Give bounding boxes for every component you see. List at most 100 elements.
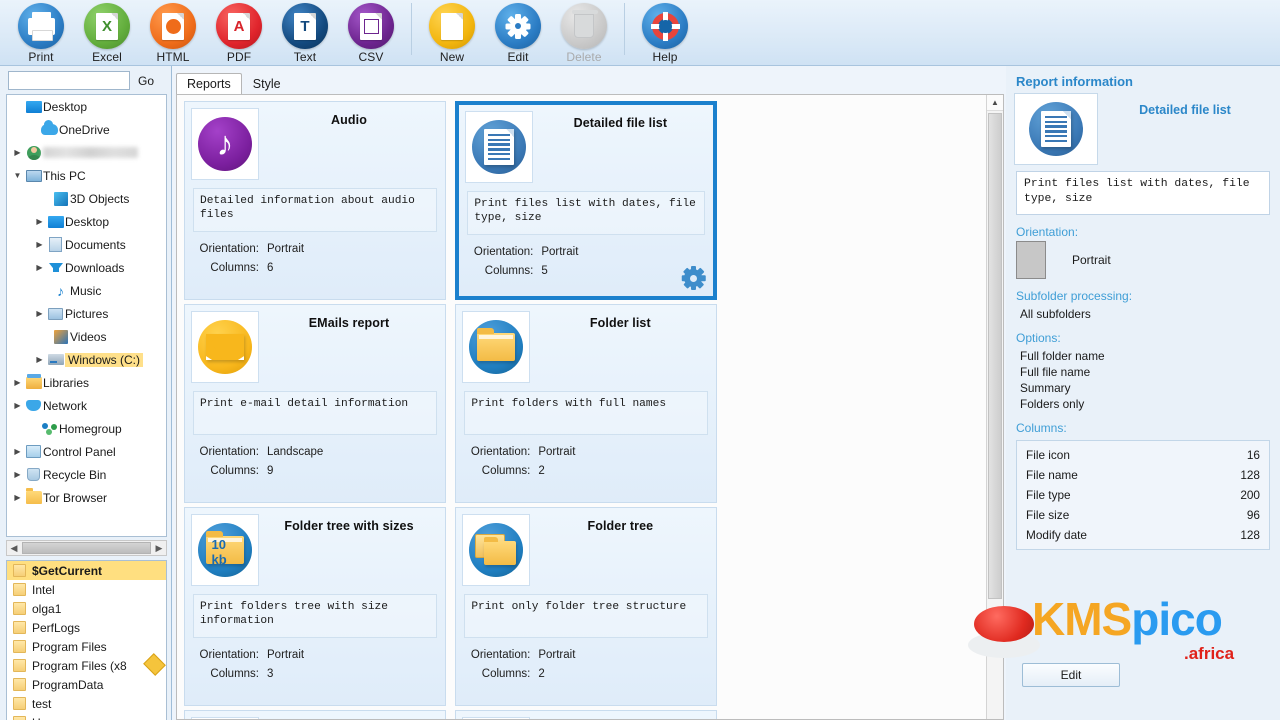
- columns-value: 2: [538, 668, 545, 680]
- excel-glyph: X: [96, 12, 118, 40]
- control-panel-icon: [24, 445, 43, 458]
- list-item[interactable]: Program Files (x8: [7, 656, 166, 675]
- tree-item-control-panel[interactable]: ▶ Control Panel: [7, 440, 166, 463]
- chevron-right-icon[interactable]: ▶: [11, 401, 24, 410]
- chevron-down-icon[interactable]: ▼: [11, 171, 24, 180]
- tree-label: Windows (C:): [65, 352, 144, 367]
- chevron-right-icon[interactable]: ▶: [33, 355, 46, 364]
- card-settings-gear-icon[interactable]: [681, 266, 707, 292]
- tree-item-libraries[interactable]: ▶ Libraries: [7, 371, 166, 394]
- pdf-icon: A: [216, 3, 262, 49]
- tree-item-onedrive[interactable]: OneDrive: [7, 118, 166, 141]
- list-item[interactable]: $GetCurrent: [7, 561, 166, 580]
- report-card-emails-report[interactable]: EMails report Print e-mail detail inform…: [184, 304, 446, 503]
- chevron-right-icon[interactable]: ▶: [33, 217, 46, 226]
- 3d-objects-icon: [51, 191, 70, 206]
- tree-item-recycle-bin[interactable]: ▶ Recycle Bin: [7, 463, 166, 486]
- tab-reports[interactable]: Reports: [176, 73, 242, 94]
- tree-label: Downloads: [65, 260, 125, 275]
- tree-item-videos[interactable]: Videos: [7, 325, 166, 348]
- list-item[interactable]: olga1: [7, 599, 166, 618]
- tree-item-homegroup[interactable]: Homegroup: [7, 417, 166, 440]
- tree-horizontal-scrollbar[interactable]: ◀ ▶: [6, 540, 167, 556]
- folder-icon: [13, 564, 26, 577]
- drive-icon: [46, 354, 65, 365]
- report-card-folder-tree-with-sizes[interactable]: 10 kb Folder tree with sizes Print folde…: [184, 507, 446, 706]
- chevron-right-icon[interactable]: ▶: [33, 263, 46, 272]
- folder-list-panel[interactable]: $GetCurrent Intel olga1 PerfLogs Program…: [6, 560, 167, 720]
- chevron-right-icon[interactable]: ▶: [11, 447, 24, 456]
- text-icon: T: [282, 3, 328, 49]
- text-button[interactable]: T Text: [272, 0, 338, 64]
- grid-vertical-scrollbar[interactable]: ▲: [986, 95, 1003, 719]
- scroll-left-icon[interactable]: ◀: [7, 543, 21, 554]
- pdf-label: PDF: [226, 50, 252, 64]
- tree-item-desktop-sub[interactable]: ▶ Desktop: [7, 210, 166, 233]
- excel-button[interactable]: X Excel: [74, 0, 140, 64]
- chevron-right-icon[interactable]: ▶: [33, 309, 46, 318]
- list-item-label: ProgramData: [32, 677, 104, 692]
- tree-item-pictures[interactable]: ▶ Pictures: [7, 302, 166, 325]
- scroll-up-icon[interactable]: ▲: [987, 95, 1003, 111]
- html-label: HTML: [156, 50, 190, 64]
- chevron-right-icon[interactable]: ▶: [11, 493, 24, 502]
- chevron-right-icon[interactable]: ▶: [11, 378, 24, 387]
- excel-icon: X: [84, 3, 130, 49]
- tree-item-tor-browser[interactable]: ▶ Tor Browser: [7, 486, 166, 509]
- tab-style[interactable]: Style: [242, 73, 292, 94]
- tree-label: Desktop: [43, 99, 88, 114]
- report-card-folder-list[interactable]: Folder list Print folders with full name…: [455, 304, 718, 503]
- chevron-right-icon[interactable]: ▶: [11, 148, 24, 157]
- html-button[interactable]: HTML: [140, 0, 206, 64]
- tree-item-music[interactable]: ♪ Music: [7, 279, 166, 302]
- report-card-pdf-report[interactable]: PDF report Print files list with dates, …: [455, 710, 718, 719]
- report-card-image-report[interactable]: Image report Show list of images with ma…: [184, 710, 446, 719]
- scroll-right-icon[interactable]: ▶: [152, 543, 166, 554]
- lifering-icon: [642, 3, 688, 49]
- new-button[interactable]: New: [419, 0, 485, 64]
- list-item[interactable]: Program Files: [7, 637, 166, 656]
- go-button[interactable]: Go: [138, 74, 154, 88]
- tree-item-documents[interactable]: ▶ Documents: [7, 233, 166, 256]
- tree-item-3d-objects[interactable]: 3D Objects: [7, 187, 166, 210]
- chevron-right-icon[interactable]: ▶: [33, 240, 46, 249]
- option-item: Full file name: [1020, 365, 1091, 379]
- tree-item-user-redacted[interactable]: ▶: [7, 141, 166, 164]
- tree-item-downloads[interactable]: ▶ Downloads: [7, 256, 166, 279]
- edit-report-button[interactable]: Edit: [1022, 663, 1120, 687]
- chevron-right-icon[interactable]: ▶: [11, 470, 24, 479]
- tree-item-this-pc[interactable]: ▼ This PC: [7, 164, 166, 187]
- pdf-button[interactable]: A PDF: [206, 0, 272, 64]
- columns-value: 6: [267, 262, 274, 274]
- help-button[interactable]: Help: [632, 0, 698, 64]
- column-width: 16: [1246, 448, 1260, 462]
- orientation-value: Portrait: [538, 446, 576, 458]
- csv-button[interactable]: CSV: [338, 0, 404, 64]
- report-card-folder-tree[interactable]: Folder tree Print only folder tree struc…: [455, 507, 718, 706]
- search-input[interactable]: [8, 71, 130, 90]
- edit-button[interactable]: Edit: [485, 0, 551, 64]
- folder-tree[interactable]: Desktop OneDrive ▶ ▼ This PC 3D Objects: [6, 94, 167, 537]
- list-item[interactable]: Users: [7, 713, 166, 720]
- card-meta: Orientation: Portrait Columns: 2: [464, 443, 708, 481]
- columns-label: Columns:: [210, 262, 259, 274]
- tree-item-network[interactable]: ▶ Network: [7, 394, 166, 417]
- delete-button[interactable]: Delete: [551, 0, 617, 64]
- list-item[interactable]: test: [7, 694, 166, 713]
- list-item[interactable]: PerfLogs: [7, 618, 166, 637]
- columns-label: Columns:: [481, 668, 531, 680]
- list-item[interactable]: ProgramData: [7, 675, 166, 694]
- scrollbar-thumb[interactable]: [988, 113, 1002, 599]
- column-name: File type: [1026, 488, 1071, 502]
- tree-item-desktop[interactable]: Desktop: [7, 95, 166, 118]
- report-card-detailed-file-list[interactable]: Detailed file list Print files list with…: [455, 101, 718, 300]
- tree-label: Music: [70, 283, 102, 298]
- scrollbar-thumb[interactable]: [22, 542, 151, 554]
- report-card-audio[interactable]: ♪ Audio Detailed information about audio…: [184, 101, 446, 300]
- size-badge: 10 kb: [211, 537, 227, 568]
- print-button[interactable]: Print: [8, 0, 74, 64]
- orientation-value: Portrait: [538, 649, 576, 661]
- onedrive-cloud-icon: [40, 120, 59, 135]
- list-item[interactable]: Intel: [7, 580, 166, 599]
- tree-item-windows-c[interactable]: ▶ Windows (C:): [7, 348, 166, 371]
